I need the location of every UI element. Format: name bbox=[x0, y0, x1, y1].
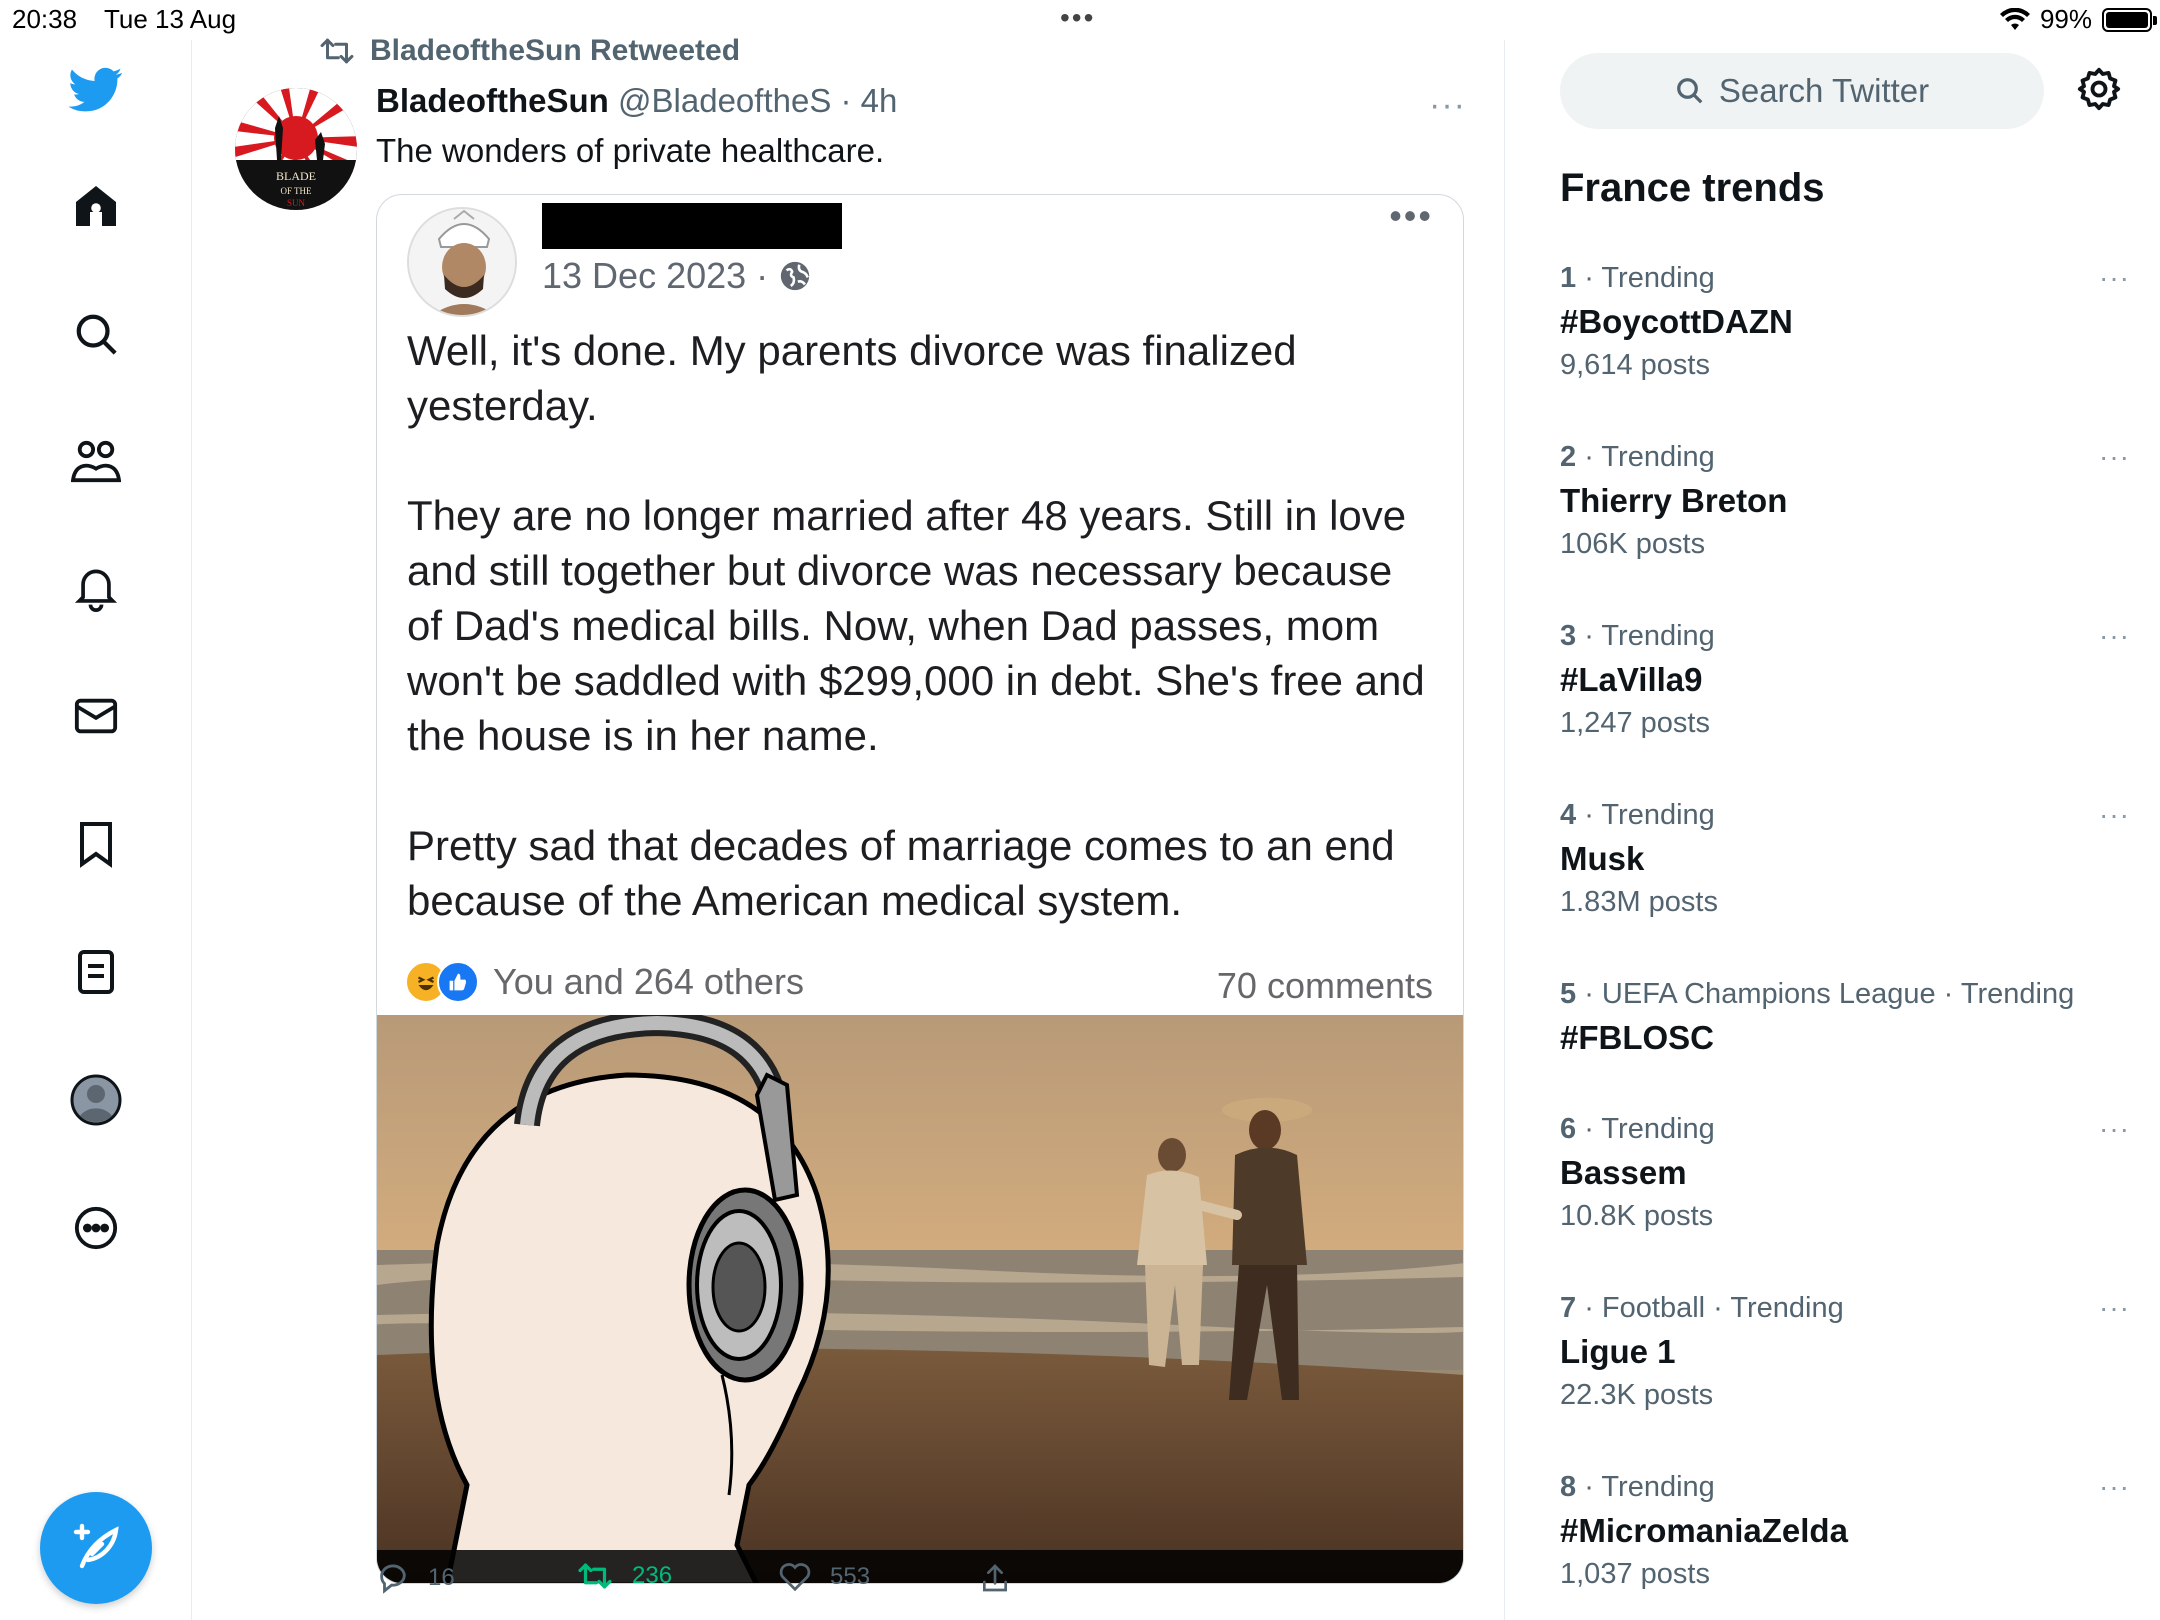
search-placeholder: Search Twitter bbox=[1718, 72, 1930, 109]
trend-more-icon[interactable]: ··· bbox=[2099, 262, 2130, 294]
like-button[interactable]: 553 bbox=[778, 1562, 870, 1592]
wifi-icon bbox=[1999, 7, 2030, 30]
more-options-icon[interactable] bbox=[70, 1202, 122, 1254]
tweet-media-image[interactable]: 13 Dec 2023 · ••• Well, it's done. My pa… bbox=[376, 194, 1464, 1584]
meme-illustration bbox=[377, 1009, 1463, 1583]
profile-avatar-icon[interactable] bbox=[70, 1074, 122, 1126]
search-icon[interactable] bbox=[70, 308, 122, 360]
battery-icon bbox=[2102, 7, 2157, 32]
trend-count: 9,614 posts bbox=[1560, 349, 1710, 381]
avatar-lettering: BLADE bbox=[276, 169, 316, 183]
tweet-header: BladeoftheSun @BladeoftheS · 4h bbox=[376, 82, 897, 120]
retweet-count: 236 bbox=[632, 1562, 673, 1589]
trend-item[interactable]: 2 · Trending Thierry Breton 106K posts ·… bbox=[1560, 441, 2130, 561]
fb-comments-count: 70 comments bbox=[1216, 965, 1433, 1006]
retweet-label: BladeoftheSun Retweeted bbox=[370, 34, 741, 67]
trend-more-icon[interactable]: ··· bbox=[2099, 1113, 2130, 1145]
fb-author-avatar bbox=[407, 207, 517, 317]
trend-more-icon[interactable]: ··· bbox=[2099, 1292, 2130, 1324]
trend-item[interactable]: 1 · Trending #BoycottDAZN 9,614 posts ··… bbox=[1560, 262, 2130, 382]
communities-icon[interactable] bbox=[70, 435, 122, 487]
fb-post-date: 13 Dec 2023 · bbox=[542, 255, 812, 297]
fb-paragraph: Pretty sad that decades of marriage come… bbox=[407, 822, 1395, 924]
trend-count: 1.83M posts bbox=[1560, 886, 1718, 918]
trend-count: 22.3K posts bbox=[1560, 1379, 1714, 1411]
timeline: BladeoftheSun Retweeted BLADE OF THE SUN… bbox=[193, 34, 1505, 1620]
lists-icon[interactable] bbox=[70, 946, 122, 998]
trend-name: #MicromaniaZelda bbox=[1560, 1512, 1848, 1549]
retweet-context: BladeoftheSun Retweeted bbox=[318, 34, 740, 68]
trend-name: Ligue 1 bbox=[1560, 1333, 1676, 1370]
author-handle[interactable]: @BladeoftheS bbox=[618, 82, 831, 119]
trend-count: 10.8K posts bbox=[1560, 1200, 1714, 1232]
twitter-logo-icon[interactable] bbox=[66, 60, 126, 120]
status-time: 20:38 bbox=[12, 4, 78, 34]
trend-name: Thierry Breton bbox=[1560, 482, 1788, 519]
search-icon bbox=[1676, 78, 1703, 104]
trend-name: Musk bbox=[1560, 840, 1645, 877]
notifications-bell-icon[interactable] bbox=[70, 562, 122, 614]
trend-more-icon[interactable]: ··· bbox=[2099, 1471, 2130, 1503]
retweet-icon bbox=[578, 1563, 612, 1589]
svg-text:OF THE: OF THE bbox=[280, 186, 312, 196]
right-sidebar: Search Twitter France trends 1 · Trendin… bbox=[1506, 40, 2160, 1620]
search-twitter-input[interactable]: Search Twitter bbox=[1560, 53, 2044, 129]
fb-paragraph: Well, it's done. My parents divorce was … bbox=[407, 327, 1297, 429]
trend-item[interactable]: 5 · UEFA Champions League · Trending #FB… bbox=[1560, 978, 2130, 1065]
trend-count: 1,247 posts bbox=[1560, 707, 1710, 739]
trend-item[interactable]: 7 · Football · Trending Ligue 1 22.3K po… bbox=[1560, 1292, 2130, 1412]
trend-name: #FBLOSC bbox=[1560, 1019, 1715, 1056]
trend-name: Bassem bbox=[1560, 1154, 1687, 1191]
settings-gear-icon[interactable] bbox=[2076, 66, 2122, 117]
compose-tweet-button[interactable] bbox=[40, 1492, 152, 1604]
fb-more-icon: ••• bbox=[1389, 195, 1433, 236]
trend-item[interactable]: 4 · Trending Musk 1.83M posts ··· bbox=[1560, 799, 2130, 919]
retweet-icon bbox=[320, 38, 354, 64]
trend-name: #LaVilla9 bbox=[1560, 661, 1703, 698]
trends-title: France trends bbox=[1560, 166, 1825, 210]
home-icon[interactable] bbox=[70, 180, 122, 232]
trend-more-icon[interactable]: ··· bbox=[2099, 441, 2130, 473]
fb-reactions-text: You and 264 others bbox=[493, 961, 804, 1002]
compose-feather-icon bbox=[73, 1523, 119, 1569]
tweet-actions: 16 236 553 bbox=[376, 1562, 1076, 1602]
fb-reactions: You and 264 others bbox=[405, 961, 804, 1003]
trend-count: 106K posts bbox=[1560, 528, 1706, 560]
trend-item[interactable]: 3 · Trending #LaVilla9 1,247 posts ··· bbox=[1560, 620, 2130, 740]
trend-more-icon[interactable]: ··· bbox=[2099, 799, 2130, 831]
messages-envelope-icon[interactable] bbox=[70, 690, 122, 742]
author-avatar[interactable]: BLADE OF THE SUN bbox=[235, 88, 357, 210]
globe-icon bbox=[780, 261, 810, 291]
trend-count: 1,037 posts bbox=[1560, 1558, 1710, 1590]
trend-item[interactable]: 8 · Trending #MicromaniaZelda 1,037 post… bbox=[1560, 1471, 2130, 1591]
trend-more-icon[interactable]: ··· bbox=[2099, 620, 2130, 652]
redacted-name-bar bbox=[542, 203, 842, 249]
fb-paragraph: They are no longer married after 48 year… bbox=[407, 492, 1425, 759]
multitask-dots-icon[interactable]: ••• bbox=[1060, 2, 1095, 34]
trend-name: #BoycottDAZN bbox=[1560, 303, 1793, 340]
reply-button[interactable]: 16 bbox=[376, 1562, 455, 1594]
fb-post-text: Well, it's done. My parents divorce was … bbox=[407, 323, 1437, 983]
battery-percent: 99% bbox=[2039, 4, 2092, 34]
like-count: 553 bbox=[830, 1563, 871, 1590]
reply-icon bbox=[380, 1564, 406, 1594]
share-icon bbox=[983, 1564, 1008, 1592]
heart-icon bbox=[779, 1563, 811, 1592]
tweet-more-icon[interactable]: ··· bbox=[1429, 86, 1466, 125]
reply-count: 16 bbox=[428, 1564, 455, 1591]
retweet-button[interactable]: 236 bbox=[576, 1562, 672, 1590]
trend-item[interactable]: 6 · Trending Bassem 10.8K posts ··· bbox=[1560, 1113, 2130, 1233]
author-name[interactable]: BladeoftheSun bbox=[376, 82, 609, 119]
svg-text:SUN: SUN bbox=[287, 198, 306, 208]
tweet-time[interactable]: · 4h bbox=[841, 82, 898, 119]
tweet-text: The wonders of private healthcare. bbox=[376, 132, 885, 169]
left-navigation bbox=[0, 40, 192, 1620]
status-date: Tue 13 Aug bbox=[104, 4, 237, 34]
like-reaction-icon bbox=[437, 961, 479, 1003]
bookmarks-icon[interactable] bbox=[70, 818, 122, 870]
share-button[interactable] bbox=[980, 1562, 1010, 1594]
